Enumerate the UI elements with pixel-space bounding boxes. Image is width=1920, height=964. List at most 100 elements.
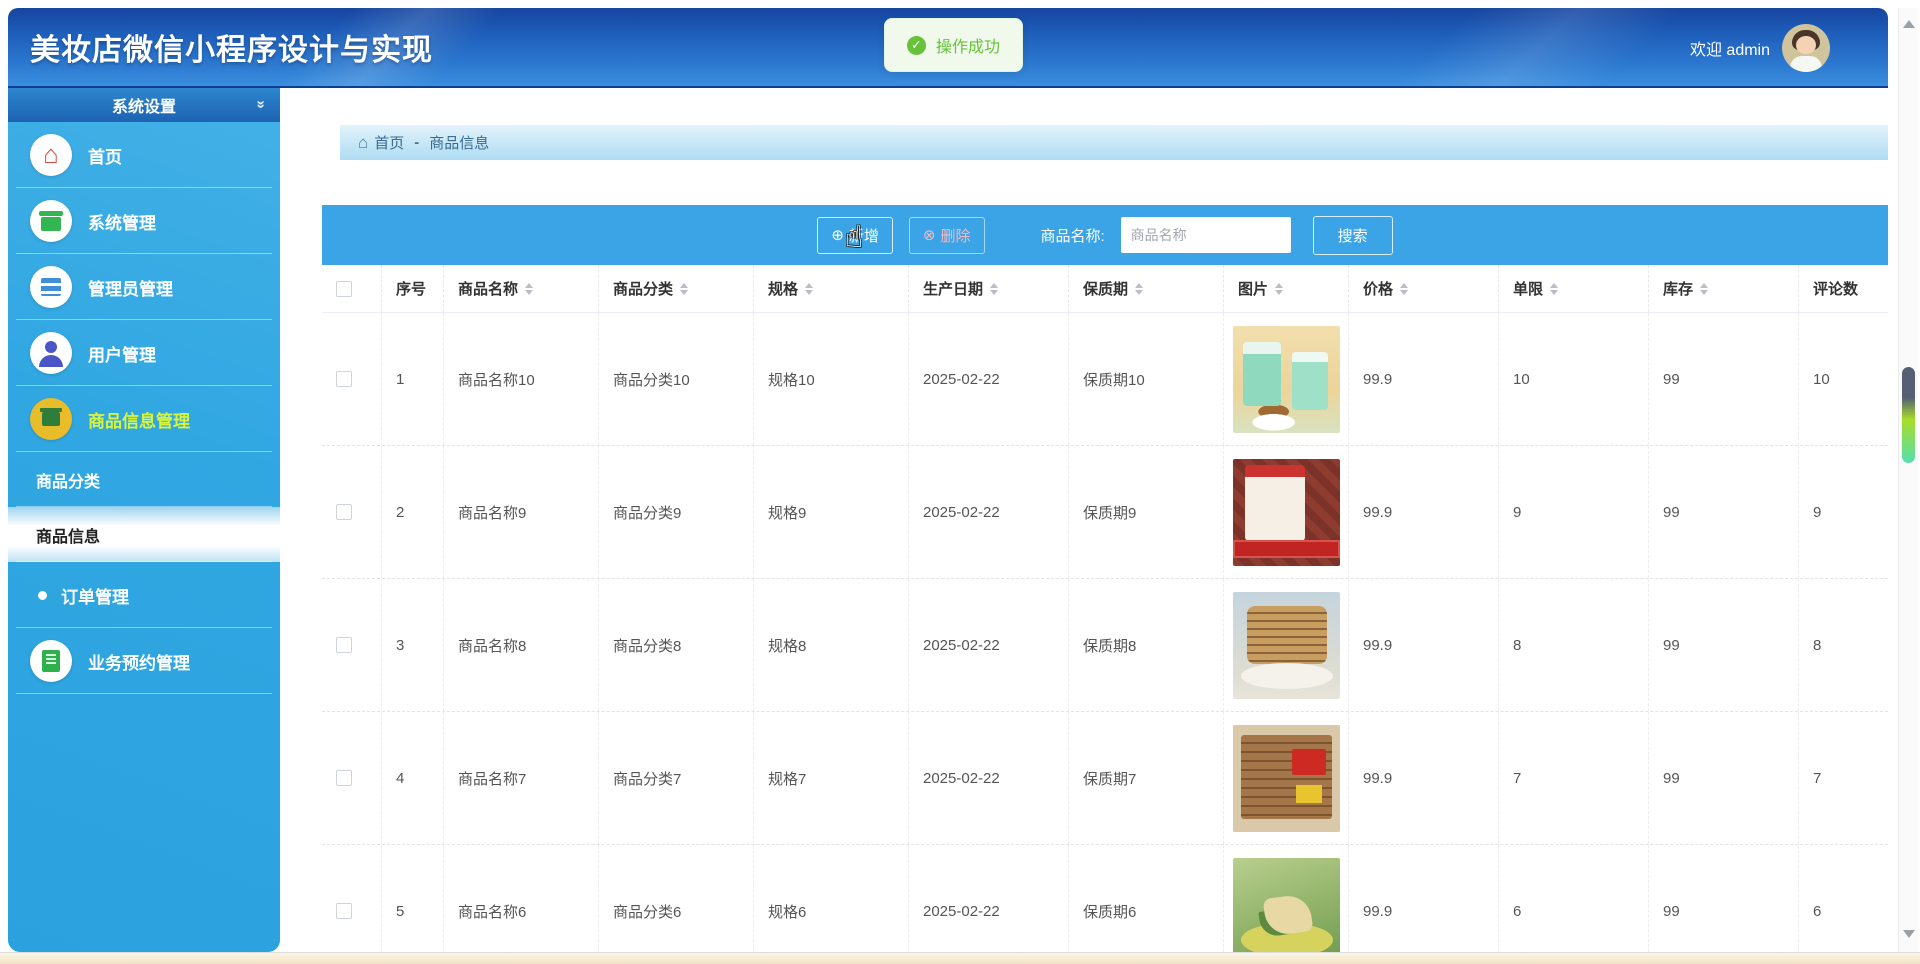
column-header[interactable]: 生产日期 bbox=[909, 265, 1069, 312]
welcome-text: 欢迎 admin bbox=[1689, 42, 1770, 59]
sort-arrows-icon[interactable] bbox=[1700, 282, 1709, 295]
scroll-up-icon[interactable] bbox=[1903, 20, 1915, 28]
column-header-label: 价格 bbox=[1363, 281, 1394, 298]
sort-arrows-icon[interactable] bbox=[1135, 282, 1144, 295]
menu-badge-icon bbox=[30, 134, 72, 176]
sidebar-item[interactable]: 商品信息管理 bbox=[8, 386, 280, 452]
cell-shelf-life: 保质期6 bbox=[1069, 845, 1224, 952]
row-checkbox[interactable] bbox=[336, 770, 352, 786]
avatar[interactable] bbox=[1782, 24, 1830, 72]
sort-arrows-icon[interactable] bbox=[805, 282, 814, 295]
cell-spec: 规格8 bbox=[754, 579, 909, 711]
column-header-label: 商品名称 bbox=[458, 281, 519, 298]
delete-button-label: 删除 bbox=[940, 227, 971, 245]
cell-comments: 8 bbox=[1813, 636, 1822, 654]
breadcrumb-home[interactable]: 首页 bbox=[374, 132, 404, 153]
table-row: 1 商品名称10 商品分类10 规格10 2025-02-22 保质期10 99… bbox=[322, 313, 1888, 446]
product-image[interactable] bbox=[1232, 458, 1340, 566]
select-all-checkbox[interactable] bbox=[336, 280, 352, 297]
column-header[interactable]: 评论数 bbox=[1799, 265, 1888, 312]
cell-spec: 规格10 bbox=[754, 313, 909, 445]
scrollbar-thumb[interactable] bbox=[1902, 367, 1915, 463]
column-header-label: 库存 bbox=[1663, 281, 1694, 298]
breadcrumb-current: 商品信息 bbox=[429, 135, 490, 152]
cell-price: 99.9 bbox=[1349, 845, 1499, 952]
column-header-label: 生产日期 bbox=[923, 281, 984, 298]
column-header[interactable]: 商品分类 bbox=[599, 265, 754, 312]
cell-shelf-life: 保质期9 bbox=[1069, 446, 1224, 578]
sidebar-header[interactable]: 系统设置 « bbox=[8, 88, 280, 122]
add-button[interactable]: ⊕ 新增 bbox=[817, 216, 893, 254]
row-checkbox[interactable] bbox=[336, 637, 352, 653]
column-header[interactable]: 序号 bbox=[382, 265, 444, 312]
row-checkbox[interactable] bbox=[336, 903, 352, 919]
cell-comments: 9 bbox=[1813, 503, 1822, 521]
cell-comments: 10 bbox=[1813, 370, 1830, 388]
cell-category: 商品分类8 bbox=[599, 579, 754, 711]
product-image[interactable] bbox=[1232, 724, 1340, 832]
search-input[interactable] bbox=[1120, 217, 1291, 253]
horizontal-scrollbar-track[interactable] bbox=[0, 952, 1920, 964]
column-header[interactable]: 库存 bbox=[1649, 265, 1799, 312]
sidebar-item[interactable]: 商品分类 bbox=[8, 452, 280, 507]
cell-limit: 10 bbox=[1499, 313, 1649, 445]
search-button[interactable]: 搜索 bbox=[1312, 215, 1393, 255]
product-image[interactable] bbox=[1232, 857, 1340, 952]
cell-stock: 99 bbox=[1649, 579, 1799, 711]
cell-index: 3 bbox=[382, 579, 444, 711]
cell-price: 99.9 bbox=[1349, 446, 1499, 578]
sort-arrows-icon[interactable] bbox=[1550, 282, 1559, 295]
sidebar-item[interactable]: 系统管理 bbox=[8, 188, 280, 254]
cell-index: 1 bbox=[382, 313, 444, 445]
sidebar-item[interactable]: 商品信息 bbox=[8, 507, 280, 562]
collapse-chevron-icon[interactable]: « bbox=[251, 100, 268, 108]
table-row: 2 商品名称9 商品分类9 规格9 2025-02-22 保质期9 99.9 9… bbox=[322, 446, 1888, 579]
column-header[interactable]: 单限 bbox=[1499, 265, 1649, 312]
column-header[interactable]: 价格 bbox=[1349, 265, 1499, 312]
sidebar-item-label: 商品信息管理 bbox=[88, 411, 190, 431]
cell-category: 商品分类6 bbox=[599, 845, 754, 952]
scroll-down-icon[interactable] bbox=[1903, 930, 1915, 938]
cell-limit: 8 bbox=[1499, 579, 1649, 711]
main-content: ⌂ 首页 - 商品信息 ⊕ 新增 ⊗ 删除 商品名称: 搜索 bbox=[280, 88, 1888, 952]
cell-spec: 规格7 bbox=[754, 712, 909, 844]
column-header-label: 商品分类 bbox=[613, 281, 674, 298]
sidebar-item[interactable]: 用户管理 bbox=[8, 320, 280, 386]
sidebar-item[interactable]: 业务预约管理 bbox=[8, 628, 280, 694]
column-header[interactable]: 规格 bbox=[754, 265, 909, 312]
product-image[interactable] bbox=[1232, 591, 1340, 699]
toast-message: 操作成功 bbox=[936, 39, 1001, 56]
sort-arrows-icon[interactable] bbox=[1400, 282, 1409, 295]
add-button-label: 新增 bbox=[848, 227, 879, 245]
column-header[interactable]: 商品名称 bbox=[444, 265, 599, 312]
sidebar: 系统设置 « 首页 系统管理 管理员管理 bbox=[8, 88, 280, 952]
cross-circle-icon: ⊗ bbox=[922, 227, 936, 244]
table-row: 4 商品名称7 商品分类7 规格7 2025-02-22 保质期7 99.9 7… bbox=[322, 712, 1888, 845]
avatar-body-icon bbox=[1790, 56, 1822, 72]
sidebar-item-label: 商品分类 bbox=[36, 473, 101, 491]
sidebar-item[interactable]: 订单管理 bbox=[8, 562, 280, 628]
breadcrumb: ⌂ 首页 - 商品信息 bbox=[340, 125, 1888, 160]
column-header[interactable] bbox=[322, 265, 382, 312]
sort-arrows-icon[interactable] bbox=[680, 282, 689, 295]
sidebar-item[interactable]: 管理员管理 bbox=[8, 254, 280, 320]
plus-circle-icon: ⊕ bbox=[831, 227, 844, 244]
row-checkbox[interactable] bbox=[336, 371, 352, 387]
cell-shelf-life: 保质期7 bbox=[1069, 712, 1224, 844]
menu-badge-icon bbox=[30, 266, 72, 308]
search-field-label: 商品名称: bbox=[1040, 227, 1105, 245]
sidebar-item[interactable]: 首页 bbox=[8, 122, 280, 188]
row-checkbox[interactable] bbox=[336, 504, 352, 520]
column-header[interactable]: 图片 bbox=[1224, 265, 1349, 312]
cell-production-date: 2025-02-22 bbox=[909, 313, 1069, 445]
sort-arrows-icon[interactable] bbox=[525, 282, 534, 295]
breadcrumb-separator: - bbox=[414, 134, 420, 151]
sidebar-header-label: 系统设置 bbox=[111, 99, 176, 116]
column-header[interactable]: 保质期 bbox=[1069, 265, 1224, 312]
sort-arrows-icon[interactable] bbox=[1275, 282, 1284, 295]
cell-price: 99.9 bbox=[1349, 712, 1499, 844]
delete-button[interactable]: ⊗ 删除 bbox=[908, 216, 985, 254]
product-image[interactable] bbox=[1232, 325, 1340, 433]
vertical-scrollbar[interactable] bbox=[1898, 8, 1918, 952]
sort-arrows-icon[interactable] bbox=[990, 282, 999, 295]
